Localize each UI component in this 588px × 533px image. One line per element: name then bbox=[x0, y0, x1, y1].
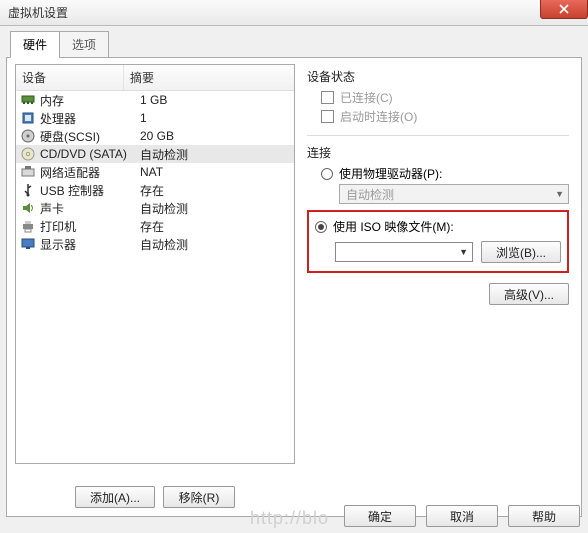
label-use-physical: 使用物理驱动器(P): bbox=[339, 165, 442, 182]
help-button[interactable]: 帮助 bbox=[508, 505, 580, 527]
row-connect-power: 启动时连接(O) bbox=[321, 108, 569, 125]
separator bbox=[307, 135, 569, 136]
column-device[interactable]: 设备 bbox=[16, 65, 124, 90]
device-name: 硬盘(SCSI) bbox=[40, 128, 140, 145]
device-name: USB 控制器 bbox=[40, 182, 140, 199]
cancel-button[interactable]: 取消 bbox=[426, 505, 498, 527]
tabstrip: 硬件 选项 bbox=[10, 30, 582, 57]
device-row[interactable]: 网络适配器NAT bbox=[16, 163, 294, 181]
device-summary: 自动检测 bbox=[140, 146, 290, 163]
device-row[interactable]: 处理器1 bbox=[16, 109, 294, 127]
device-summary: NAT bbox=[140, 165, 290, 179]
chevron-down-icon: ▼ bbox=[555, 189, 564, 199]
nic-icon bbox=[20, 165, 36, 179]
row-use-physical[interactable]: 使用物理驱动器(P): bbox=[321, 165, 569, 182]
row-use-iso[interactable]: 使用 ISO 映像文件(M): bbox=[315, 218, 561, 235]
checkbox-connected bbox=[321, 91, 334, 104]
device-summary: 自动检测 bbox=[140, 236, 290, 253]
advanced-row: 高级(V)... bbox=[307, 283, 569, 305]
label-connect-power: 启动时连接(O) bbox=[340, 108, 417, 125]
radio-use-iso[interactable] bbox=[315, 221, 327, 233]
group-connection: 连接 bbox=[307, 144, 569, 161]
device-settings: 设备状态 已连接(C) 启动时连接(O) 连接 使用物理驱动器(P): 自动检测… bbox=[305, 64, 573, 476]
device-summary: 存在 bbox=[140, 182, 290, 199]
device-row[interactable]: CD/DVD (SATA)自动检测 bbox=[16, 145, 294, 163]
device-summary: 自动检测 bbox=[140, 200, 290, 217]
group-device-status: 设备状态 bbox=[307, 68, 569, 85]
tab-hardware[interactable]: 硬件 bbox=[10, 31, 60, 58]
cpu-icon bbox=[20, 111, 36, 125]
column-summary[interactable]: 摘要 bbox=[124, 65, 294, 90]
tab-options[interactable]: 选项 bbox=[59, 31, 109, 58]
usb-icon bbox=[20, 183, 36, 197]
memory-icon bbox=[20, 93, 36, 107]
label-connected: 已连接(C) bbox=[340, 89, 393, 106]
row-connected: 已连接(C) bbox=[321, 89, 569, 106]
window-title: 虚拟机设置 bbox=[8, 4, 68, 21]
device-summary: 20 GB bbox=[140, 129, 290, 143]
cd-icon bbox=[20, 147, 36, 161]
device-list-header: 设备 摘要 bbox=[16, 65, 294, 91]
disk-icon bbox=[20, 129, 36, 143]
sound-icon bbox=[20, 201, 36, 215]
advanced-button[interactable]: 高级(V)... bbox=[489, 283, 569, 305]
device-row[interactable]: USB 控制器存在 bbox=[16, 181, 294, 199]
close-icon bbox=[559, 4, 569, 14]
device-row[interactable]: 显示器自动检测 bbox=[16, 235, 294, 253]
radio-use-physical[interactable] bbox=[321, 168, 333, 180]
device-row[interactable]: 内存1 GB bbox=[16, 91, 294, 109]
tab-panel-hardware: 设备 摘要 内存1 GB处理器1硬盘(SCSI)20 GBCD/DVD (SAT… bbox=[6, 57, 582, 517]
device-name: CD/DVD (SATA) bbox=[40, 147, 140, 161]
physical-drive-value: 自动检测 bbox=[346, 186, 394, 203]
device-list: 设备 摘要 内存1 GB处理器1硬盘(SCSI)20 GBCD/DVD (SAT… bbox=[15, 64, 295, 464]
close-button[interactable] bbox=[540, 0, 588, 19]
device-row[interactable]: 打印机存在 bbox=[16, 217, 294, 235]
add-button[interactable]: 添加(A)... bbox=[75, 486, 155, 508]
remove-button[interactable]: 移除(R) bbox=[163, 486, 235, 508]
label-use-iso: 使用 ISO 映像文件(M): bbox=[333, 218, 454, 235]
browse-button[interactable]: 浏览(B)... bbox=[481, 241, 561, 263]
device-list-body[interactable]: 内存1 GB处理器1硬盘(SCSI)20 GBCD/DVD (SATA)自动检测… bbox=[16, 91, 294, 463]
checkbox-connect-power bbox=[321, 110, 334, 123]
dialog-footer: 确定 取消 帮助 bbox=[344, 505, 580, 527]
device-name: 打印机 bbox=[40, 218, 140, 235]
display-icon bbox=[20, 237, 36, 251]
device-name: 处理器 bbox=[40, 110, 140, 127]
device-name: 网络适配器 bbox=[40, 164, 140, 181]
device-name: 声卡 bbox=[40, 200, 140, 217]
device-row[interactable]: 硬盘(SCSI)20 GB bbox=[16, 127, 294, 145]
physical-drive-dropdown: 自动检测 ▼ bbox=[339, 184, 569, 204]
iso-path-combo[interactable]: ▼ bbox=[335, 242, 473, 262]
printer-icon bbox=[20, 219, 36, 233]
device-summary: 存在 bbox=[140, 218, 290, 235]
chevron-down-icon: ▼ bbox=[459, 247, 468, 257]
highlight-box: 使用 ISO 映像文件(M): ▼ 浏览(B)... bbox=[307, 210, 569, 273]
device-summary: 1 GB bbox=[140, 93, 290, 107]
device-row[interactable]: 声卡自动检测 bbox=[16, 199, 294, 217]
device-name: 显示器 bbox=[40, 236, 140, 253]
device-buttons: 添加(A)... 移除(R) bbox=[15, 486, 295, 508]
iso-path-row: ▼ 浏览(B)... bbox=[335, 241, 561, 263]
dialog-body: 硬件 选项 设备 摘要 内存1 GB处理器1硬盘(SCSI)20 GBCD/DV… bbox=[0, 26, 588, 533]
titlebar: 虚拟机设置 bbox=[0, 0, 588, 26]
device-name: 内存 bbox=[40, 92, 140, 109]
ok-button[interactable]: 确定 bbox=[344, 505, 416, 527]
device-summary: 1 bbox=[140, 111, 290, 125]
